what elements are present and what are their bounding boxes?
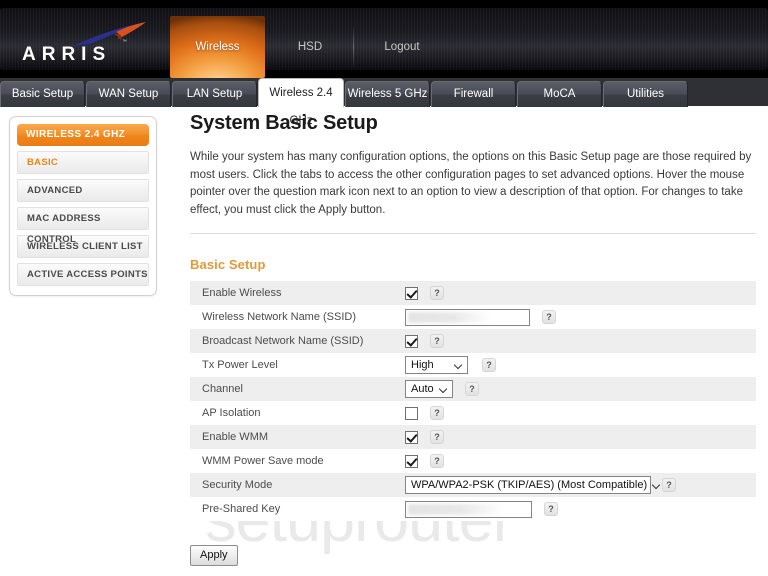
field-label: Broadcast Network Name (SSID) — [202, 335, 364, 347]
page-title: System Basic Setup — [190, 112, 378, 134]
tab-moca[interactable]: MoCA — [517, 81, 602, 107]
help-icon[interactable]: ? — [465, 382, 479, 396]
chevron-down-icon — [653, 481, 662, 490]
tab-basic-setup[interactable]: Basic Setup — [0, 81, 85, 107]
tab-lan-setup-label: LAN Setup — [186, 88, 243, 100]
header-panel: ARRIS ™ Wireless HSD Logout — [0, 8, 768, 78]
table-row: AP Isolation ? — [190, 401, 756, 425]
pre-shared-key-input[interactable] — [405, 500, 532, 518]
channel-select[interactable]: Auto — [405, 380, 453, 398]
sidebar-item-wireless-client-list[interactable]: WIRELESS CLIENT LIST — [17, 235, 149, 258]
tab-utilities-label: Utilities — [626, 88, 665, 100]
tab-utilities[interactable]: Utilities — [603, 81, 688, 107]
field-label: Security Mode — [202, 479, 273, 491]
trademark-symbol: ™ — [122, 39, 127, 45]
tab-basic-setup-label: Basic Setup — [11, 88, 74, 100]
tab-wireless-5ghz-label: Wireless 5 GHz — [347, 88, 428, 100]
sidebar-item-advanced-label: ADVANCED — [27, 185, 83, 196]
sidebar-item-wireless-client-list-label: WIRELESS CLIENT LIST — [27, 241, 143, 252]
table-row: Wireless Network Name (SSID) ? — [190, 305, 756, 329]
security-mode-value: WPA/WPA2-PSK (TKIP/AES) (Most Compatible… — [411, 479, 648, 491]
tab-firewall-label: Firewall — [453, 88, 494, 100]
apply-row: Apply — [190, 545, 760, 566]
help-icon[interactable]: ? — [430, 454, 444, 468]
redacted-value — [408, 311, 490, 323]
enable-wireless-checkbox[interactable] — [405, 286, 418, 300]
nav-item-wireless-label: Wireless — [195, 41, 240, 53]
help-icon[interactable]: ? — [430, 430, 444, 444]
chevron-down-icon — [455, 361, 464, 370]
field-label: Enable WMM — [202, 431, 269, 443]
field-label: WMM Power Save mode — [202, 455, 324, 467]
table-row: Enable WMM ? — [190, 425, 756, 449]
field-label: Tx Power Level — [202, 359, 278, 371]
nav-item-hsd[interactable]: HSD — [275, 16, 345, 78]
tx-power-level-select[interactable]: High — [405, 356, 468, 374]
sidebar: WIRELESS 2.4 GHZ BASIC ADVANCED MAC ADDR… — [9, 116, 157, 296]
field-label: Wireless Network Name (SSID) — [202, 311, 357, 323]
redacted-value — [408, 503, 504, 515]
sidebar-item-basic[interactable]: BASIC — [17, 151, 149, 174]
help-icon[interactable]: ? — [544, 502, 558, 516]
tx-power-level-value: High — [411, 359, 434, 371]
help-icon[interactable]: ? — [430, 334, 444, 348]
main-tab-strip: Basic Setup WAN Setup LAN Setup Wireless… — [0, 78, 768, 127]
security-mode-select[interactable]: WPA/WPA2-PSK (TKIP/AES) (Most Compatible… — [405, 476, 651, 494]
sidebar-item-active-access-points[interactable]: ACTIVE ACCESS POINTS — [17, 263, 149, 286]
page-description: While your system has many configuration… — [190, 151, 752, 216]
tab-wan-setup-label: WAN Setup — [98, 88, 159, 100]
table-row: Pre-Shared Key ? — [190, 497, 756, 521]
sidebar-item-advanced[interactable]: ADVANCED — [17, 179, 149, 202]
site-header: ARRIS ™ Wireless HSD Logout — [0, 0, 768, 78]
channel-value: Auto — [411, 383, 434, 395]
table-row: Broadcast Network Name (SSID) ? — [190, 329, 756, 353]
nav-divider — [353, 26, 354, 68]
help-icon[interactable]: ? — [662, 478, 676, 492]
tab-moca-label: MoCA — [543, 88, 576, 100]
sidebar-item-active-access-points-label: ACTIVE ACCESS POINTS — [27, 269, 148, 280]
basic-setup-form: Enable Wireless ? Wireless Network Name … — [190, 281, 756, 521]
table-row: Channel Auto ? — [190, 377, 756, 401]
nav-item-logout-label: Logout — [384, 41, 420, 53]
chevron-down-icon — [440, 385, 449, 394]
help-icon[interactable]: ? — [430, 406, 444, 420]
main-content: System Basic Setup While your system has… — [190, 112, 760, 566]
tab-wireless-5ghz[interactable]: Wireless 5 GHz — [345, 81, 430, 107]
apply-button[interactable]: Apply — [190, 545, 238, 566]
sidebar-item-basic-label: BASIC — [27, 157, 59, 168]
help-icon[interactable]: ? — [482, 358, 496, 372]
section-title-basic-setup: Basic Setup — [190, 257, 266, 272]
tab-wan-setup[interactable]: WAN Setup — [86, 81, 171, 107]
table-row: WMM Power Save mode ? — [190, 449, 756, 473]
ap-isolation-checkbox[interactable] — [405, 406, 418, 420]
table-row: Tx Power Level High ? — [190, 353, 756, 377]
table-row: Security Mode WPA/WPA2-PSK (TKIP/AES) (M… — [190, 473, 756, 497]
nav-item-hsd-label: HSD — [297, 41, 323, 53]
tab-firewall[interactable]: Firewall — [431, 81, 516, 107]
broadcast-ssid-checkbox[interactable] — [405, 334, 418, 348]
nav-item-wireless[interactable]: Wireless — [170, 16, 265, 78]
field-label: Enable Wireless — [202, 287, 282, 299]
content-divider — [190, 233, 756, 234]
nav-item-logout[interactable]: Logout — [362, 16, 442, 78]
tab-lan-setup[interactable]: LAN Setup — [172, 81, 257, 107]
table-row: Enable Wireless ? — [190, 281, 756, 305]
field-label: Channel — [202, 383, 243, 395]
tab-wireless-24ghz[interactable]: Wireless 2.4 GHz — [258, 78, 344, 127]
wmm-power-save-checkbox[interactable] — [405, 454, 418, 468]
arris-logo-text: ARRIS — [22, 44, 112, 65]
sidebar-item-mac-address-control[interactable]: MAC ADDRESS CONTROL — [17, 207, 149, 245]
enable-wmm-checkbox[interactable] — [405, 430, 418, 444]
arris-logo: ARRIS ™ — [22, 22, 152, 68]
sidebar-header: WIRELESS 2.4 GHZ — [17, 124, 149, 146]
help-icon[interactable]: ? — [430, 286, 444, 300]
field-label: Pre-Shared Key — [202, 503, 281, 515]
field-label: AP Isolation — [202, 407, 261, 419]
help-icon[interactable]: ? — [542, 310, 556, 324]
ssid-input[interactable] — [405, 308, 530, 326]
